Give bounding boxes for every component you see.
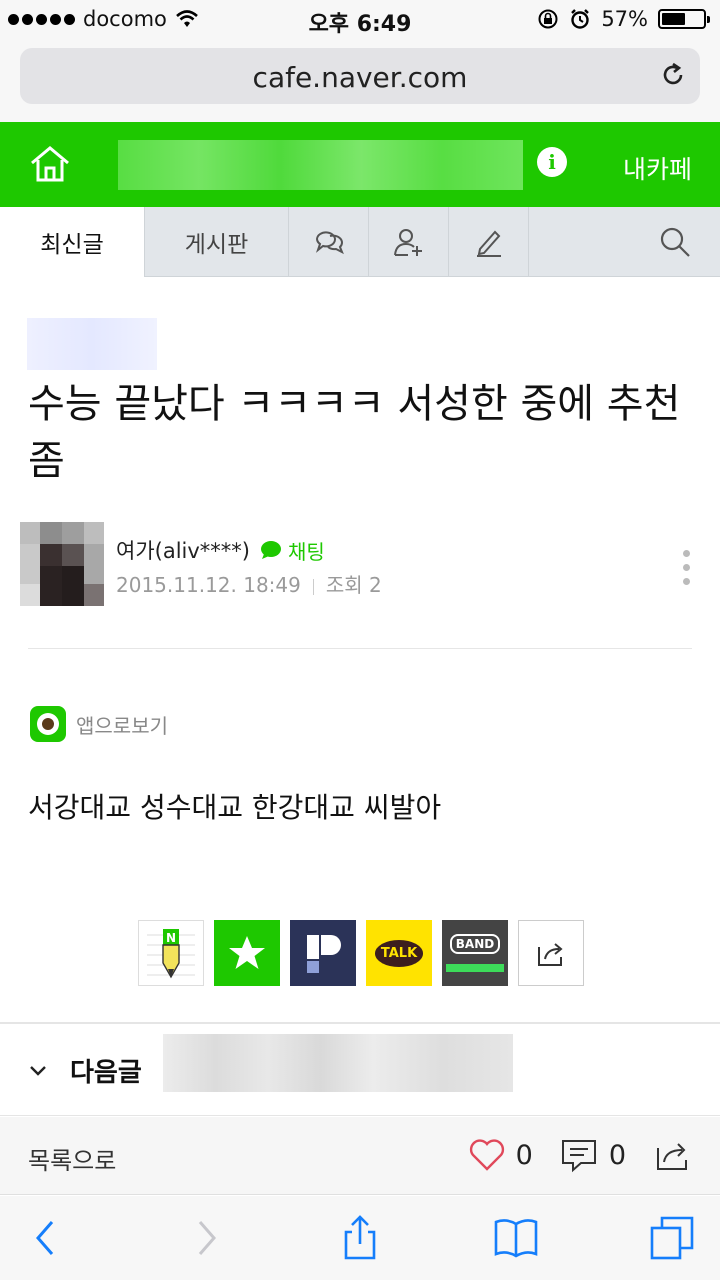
chat-bubble-icon [261, 541, 281, 559]
chat-label: 채팅 [288, 539, 325, 564]
reload-icon[interactable] [658, 60, 688, 90]
tab-search[interactable] [529, 207, 720, 276]
like-count: 0 [515, 1139, 533, 1171]
bookmark-star-icon [229, 936, 265, 969]
info-icon[interactable]: i [537, 147, 567, 177]
next-post-row[interactable]: 다음글 [0, 1024, 720, 1116]
browser-toolbar [0, 1196, 720, 1280]
status-bar: docomo 오후 6:49 57% [0, 0, 720, 40]
alarm-icon [571, 9, 590, 29]
chat-bubbles-icon [315, 231, 344, 255]
tab-chat[interactable] [289, 207, 369, 277]
article-date: 2015.11.12. 18:49 [116, 573, 301, 597]
more-options-icon[interactable] [683, 550, 691, 592]
share-bookmark-button[interactable] [214, 920, 280, 986]
battery-percent: 57% [601, 7, 648, 31]
share-more-button[interactable] [518, 920, 584, 986]
share-icon[interactable] [654, 1138, 692, 1172]
url-text[interactable]: cafe.naver.com [20, 61, 700, 94]
author-line: 여가(aliv****) 채팅 [116, 535, 325, 565]
address-bar[interactable]: cafe.naver.com [20, 48, 700, 104]
article-body: 서강대교 성수대교 한강대교 씨발아 [28, 791, 442, 824]
forward-icon[interactable] [180, 1214, 228, 1262]
tab-latest[interactable]: 최신글 [0, 207, 145, 277]
article-title: 수능 끝났다 ㅋㅋㅋㅋ 서성한 중에 추천좀 [28, 381, 681, 484]
share-naver-blog-button[interactable]: N [138, 920, 204, 986]
tabs-icon[interactable] [648, 1214, 696, 1262]
svg-text:N: N [166, 931, 176, 945]
comment-icon[interactable] [559, 1137, 599, 1173]
back-icon[interactable] [24, 1214, 72, 1262]
share-sheet-icon[interactable] [336, 1214, 384, 1262]
naver-cafe-app-icon [30, 706, 66, 742]
back-to-list-button[interactable]: 목록으로 [28, 1141, 116, 1176]
cafe-tab-bar: 최신글 게시판 [0, 207, 720, 277]
band-icon: BAND [446, 934, 504, 972]
chevron-down-icon [30, 1066, 46, 1076]
tab-write[interactable] [449, 207, 529, 277]
browser-address-area: cafe.naver.com [0, 40, 720, 122]
chat-button[interactable]: 채팅 [260, 536, 325, 565]
article-action-bar: 목록으로 0 0 [0, 1117, 720, 1195]
kakao-talk-icon: TALK [374, 939, 424, 967]
comment-count: 0 [608, 1139, 626, 1171]
home-icon[interactable] [28, 144, 72, 184]
naver-blog-icon: N [147, 929, 195, 979]
my-cafe-button[interactable]: 내카페 [623, 150, 692, 186]
share-kakao-talk-button[interactable]: TALK [366, 920, 432, 986]
open-in-app-label: 앱으로보기 [76, 713, 168, 738]
battery-icon [658, 9, 710, 29]
tab-boards[interactable]: 게시판 [145, 207, 289, 277]
view-count: 조회 2 [325, 573, 382, 597]
tab-join[interactable] [369, 207, 449, 277]
next-post-label: 다음글 [70, 1058, 142, 1088]
pencil-icon [476, 230, 501, 257]
search-icon [660, 227, 690, 257]
cafe-name-blurred [118, 140, 523, 190]
article-meta: 2015.11.12. 18:49 조회 2 [116, 569, 382, 598]
share-band-button[interactable]: BAND [442, 920, 508, 986]
heart-icon[interactable] [468, 1138, 506, 1172]
pholar-icon [307, 935, 341, 973]
share-pholar-button[interactable] [290, 920, 356, 986]
open-in-app-link[interactable]: 앱으로보기 [30, 706, 168, 742]
share-buttons: N TALK BAND [138, 920, 584, 986]
bookmarks-icon[interactable] [492, 1214, 540, 1262]
author-name[interactable]: 여가(aliv****) [116, 535, 250, 565]
avatar[interactable] [20, 522, 104, 606]
divider [28, 648, 692, 649]
next-post-title-blurred [163, 1034, 513, 1092]
share-more-icon [538, 943, 563, 966]
orientation-lock-icon [538, 9, 558, 29]
board-name-blurred [27, 318, 157, 370]
add-member-icon [393, 229, 422, 256]
